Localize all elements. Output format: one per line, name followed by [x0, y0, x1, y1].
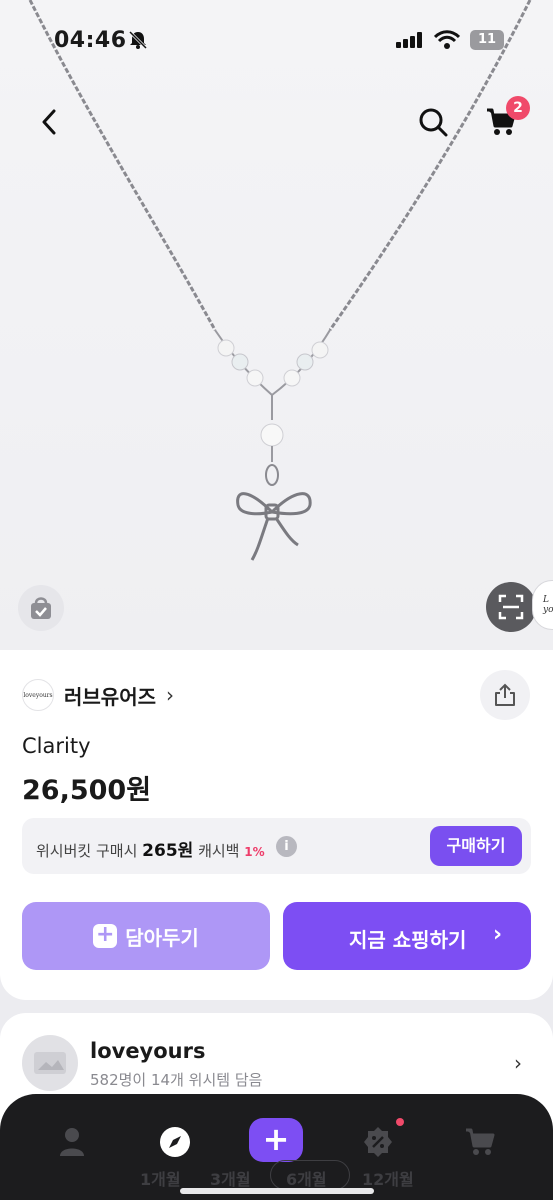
product-name: Clarity [22, 734, 91, 758]
status-time: 04:46 [54, 28, 127, 53]
cashback-prefix: 위시버킷 구매시 [36, 842, 138, 860]
product-info-card: loveyours 러브유어즈 › Clarity 26,500원 위시버킷 구… [0, 650, 553, 1000]
percent-tag-icon [364, 1127, 392, 1157]
save-to-wishlist-button[interactable]: + 담아두기 [22, 902, 270, 970]
brand-link[interactable]: loveyours 러브유어즈 › [22, 678, 174, 712]
necklace-photo [28, 0, 532, 561]
product-price: 26,500원 [22, 775, 152, 806]
bell-muted-icon [128, 30, 148, 54]
wifi-icon [433, 30, 461, 54]
tab-profile[interactable] [52, 1122, 92, 1162]
chevron-right-icon: › [493, 922, 503, 947]
seller-wish-count: 582명이 14개 위시템 담음 [90, 1071, 263, 1089]
chevron-right-icon: › [514, 1051, 522, 1075]
avatar [22, 1035, 78, 1091]
status-bar: 04:46 11 [0, 24, 553, 60]
period-option[interactable]: 6개월 [286, 1166, 327, 1190]
period-option[interactable]: 12개월 [362, 1166, 414, 1190]
share-icon [495, 683, 515, 706]
bottom-tab-bar: + 1개월 3개월 6개월 12개월 [0, 1094, 553, 1200]
battery-level: 11 [470, 30, 504, 50]
cart-count-badge: 2 [506, 96, 530, 120]
search-button[interactable] [406, 95, 460, 149]
save-button-label: 담아두기 [125, 925, 199, 950]
person-icon [60, 1128, 84, 1156]
tab-explore[interactable] [155, 1122, 195, 1162]
shopping-bag-button[interactable] [18, 585, 64, 631]
search-icon [419, 108, 448, 137]
compass-icon [160, 1127, 190, 1157]
product-detail-screen: 04:46 11 2 L yo loveyours 러브유어즈 › Clarit… [0, 0, 553, 1200]
buy-button[interactable]: 구매하기 [430, 826, 522, 866]
cashback-suffix: 캐시백 [198, 842, 240, 860]
shop-button-label: 지금 쇼핑하기 [349, 928, 467, 952]
cashback-text: 위시버킷 구매시 265원 캐시백 1% [36, 836, 265, 861]
notification-dot [396, 1118, 404, 1126]
cart-icon [466, 1128, 495, 1155]
shopping-bag-check-icon [31, 597, 51, 619]
seller-name: loveyours [90, 1039, 206, 1063]
image-placeholder-icon [34, 1052, 66, 1074]
home-indicator[interactable] [180, 1188, 374, 1194]
back-arrow-icon [42, 109, 56, 135]
signal-icon [396, 32, 424, 52]
chevron-right-icon: › [166, 683, 174, 707]
cashback-banner: 위시버킷 구매시 265원 캐시백 1% i 구매하기 [22, 818, 531, 874]
info-icon[interactable]: i [276, 836, 297, 857]
signature-logo: L yo [543, 595, 553, 615]
back-button[interactable] [22, 95, 76, 149]
image-search-button[interactable] [486, 582, 536, 632]
cashback-amount: 265원 [142, 841, 194, 861]
plus-icon: + [93, 924, 118, 948]
add-wish-button[interactable]: + [249, 1118, 303, 1162]
tab-cart[interactable] [460, 1122, 500, 1162]
shop-now-button[interactable]: 지금 쇼핑하기 › [283, 902, 531, 970]
cashback-percent: 1% [244, 845, 265, 859]
share-button[interactable] [480, 670, 530, 720]
period-option[interactable]: 3개월 [210, 1166, 251, 1190]
brand-name: 러브유어즈 [64, 684, 156, 709]
tab-deals[interactable] [358, 1122, 398, 1162]
brand-logo: loveyours [22, 679, 54, 711]
product-image[interactable] [0, 0, 553, 650]
scan-icon [498, 594, 524, 620]
period-option[interactable]: 1개월 [140, 1166, 181, 1190]
